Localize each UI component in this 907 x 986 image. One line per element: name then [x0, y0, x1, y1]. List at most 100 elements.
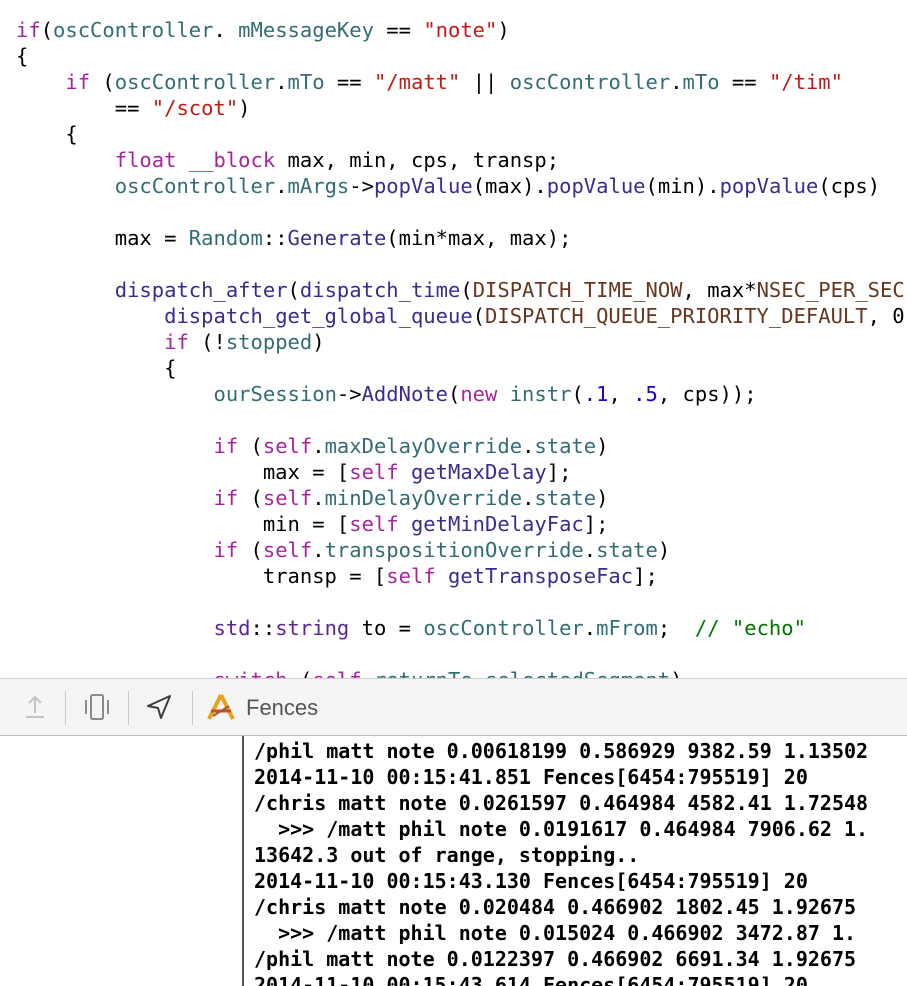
code-token: . — [312, 538, 325, 562]
console-line: >>> /matt phil note 0.0191617 0.464984 7… — [254, 817, 869, 841]
code-token: ]; — [583, 512, 609, 536]
code-token: ( — [238, 538, 263, 562]
code-token: ) — [657, 538, 671, 562]
code-token: oscController — [114, 70, 276, 94]
code-token: max = — [16, 226, 189, 250]
code-token: ( — [288, 668, 312, 678]
console-output[interactable]: /phil matt note 0.00618199 0.586929 9382… — [244, 736, 907, 986]
code-token: minDelayOverride — [324, 486, 523, 510]
code-token: ( — [40, 18, 54, 42]
debug-toolbar: Fences — [0, 678, 907, 736]
console-log: /phil matt note 0.00618199 0.586929 9382… — [254, 738, 868, 986]
code-token: == — [719, 70, 769, 94]
code-token: selectedSegment — [485, 668, 670, 678]
code-line: std::string to = oscController.mFrom; //… — [16, 615, 907, 641]
toolbar-separator — [65, 691, 66, 725]
code-token: self — [349, 460, 399, 484]
code-token: .5 — [633, 382, 658, 406]
code-token: state — [534, 434, 597, 458]
code-token: :: — [262, 226, 288, 250]
location-arrow-icon[interactable] — [144, 692, 174, 722]
code-token: ( — [472, 304, 486, 328]
code-token: (cps) — [818, 174, 881, 198]
console-line: /chris matt note 0.020484 0.466902 1802.… — [254, 895, 857, 919]
code-token: , max* — [682, 278, 757, 302]
code-token: mFrom — [596, 616, 658, 640]
code-token: NSEC_PER_SEC — [756, 278, 905, 302]
code-token: . — [473, 668, 485, 678]
console-line: /phil matt note 0.0122397 0.466902 6691.… — [254, 947, 857, 971]
console-line: 2014-11-10 00:15:43.614 Fences[6454:7955… — [254, 973, 808, 986]
code-token: == — [324, 70, 374, 94]
source-code[interactable]: if(oscController. mMessageKey == "note")… — [16, 17, 907, 678]
code-token: getMinDelayFac — [410, 512, 584, 536]
code-token: __block — [188, 148, 276, 172]
code-token: instr — [509, 382, 572, 406]
code-token: string — [275, 616, 350, 640]
code-token: self — [312, 668, 361, 678]
code-token: (min). — [645, 174, 720, 198]
code-token: . — [522, 486, 535, 510]
code-token: getTransposeFac — [447, 564, 634, 588]
code-token: :: — [250, 616, 276, 640]
toolbar-separator — [128, 691, 129, 725]
code-token: == — [373, 18, 424, 42]
code-line: { — [16, 355, 907, 381]
code-token: . — [312, 434, 325, 458]
code-token: == — [16, 96, 152, 120]
code-line: { — [16, 121, 907, 147]
code-editor[interactable]: if(oscController. mMessageKey == "note")… — [0, 0, 907, 678]
code-line: max = Random::Generate(min*max, max); — [16, 225, 907, 251]
code-token: (min*max, max); — [386, 226, 572, 250]
code-token: mTo — [682, 70, 720, 94]
code-token: -> — [349, 174, 374, 198]
code-line: if (self.maxDelayOverride.state) — [16, 433, 907, 459]
code-token: , cps)); — [657, 382, 757, 406]
code-token: Random — [188, 226, 263, 250]
share-icon[interactable] — [20, 692, 50, 722]
code-token: to = — [349, 616, 424, 640]
code-token: , 0), — [867, 304, 907, 328]
code-line: transp = [self getTransposeFac]; — [16, 563, 907, 589]
code-token: "note" — [423, 18, 498, 42]
code-token: oscController — [53, 18, 214, 42]
device-icon[interactable] — [82, 692, 112, 722]
console-line: 2014-11-10 00:15:41.851 Fences[6454:7955… — [254, 765, 808, 789]
console-line: 2014-11-10 00:15:43.130 Fences[6454:7955… — [254, 869, 808, 893]
code-token: state — [596, 538, 658, 562]
variables-view[interactable] — [0, 736, 244, 986]
code-token: popValue — [373, 174, 473, 198]
code-token: { — [16, 356, 177, 380]
code-token: ) — [497, 18, 510, 42]
console-line: /phil matt note 0.00618199 0.586929 9382… — [254, 739, 869, 763]
code-token: switch — [213, 668, 287, 678]
code-token: ) — [312, 330, 325, 354]
code-token: if — [164, 330, 189, 354]
code-token: max, min, cps, transp; — [275, 148, 560, 172]
scheme-target-label[interactable]: Fences — [246, 693, 318, 723]
console-line: /chris matt note 0.0261597 0.464984 4582… — [254, 791, 869, 815]
code-token: . — [275, 174, 288, 198]
code-token: . — [213, 18, 239, 42]
code-token: dispatch_get_global_queue — [164, 304, 473, 328]
code-token: std — [213, 616, 251, 640]
code-token: if — [213, 538, 239, 562]
xcode-app-icon[interactable] — [205, 692, 235, 722]
code-token: .1 — [583, 382, 609, 406]
code-token: self — [386, 564, 436, 588]
code-token: , — [608, 382, 634, 406]
code-token: popValue — [719, 174, 819, 198]
code-token: if — [213, 434, 239, 458]
